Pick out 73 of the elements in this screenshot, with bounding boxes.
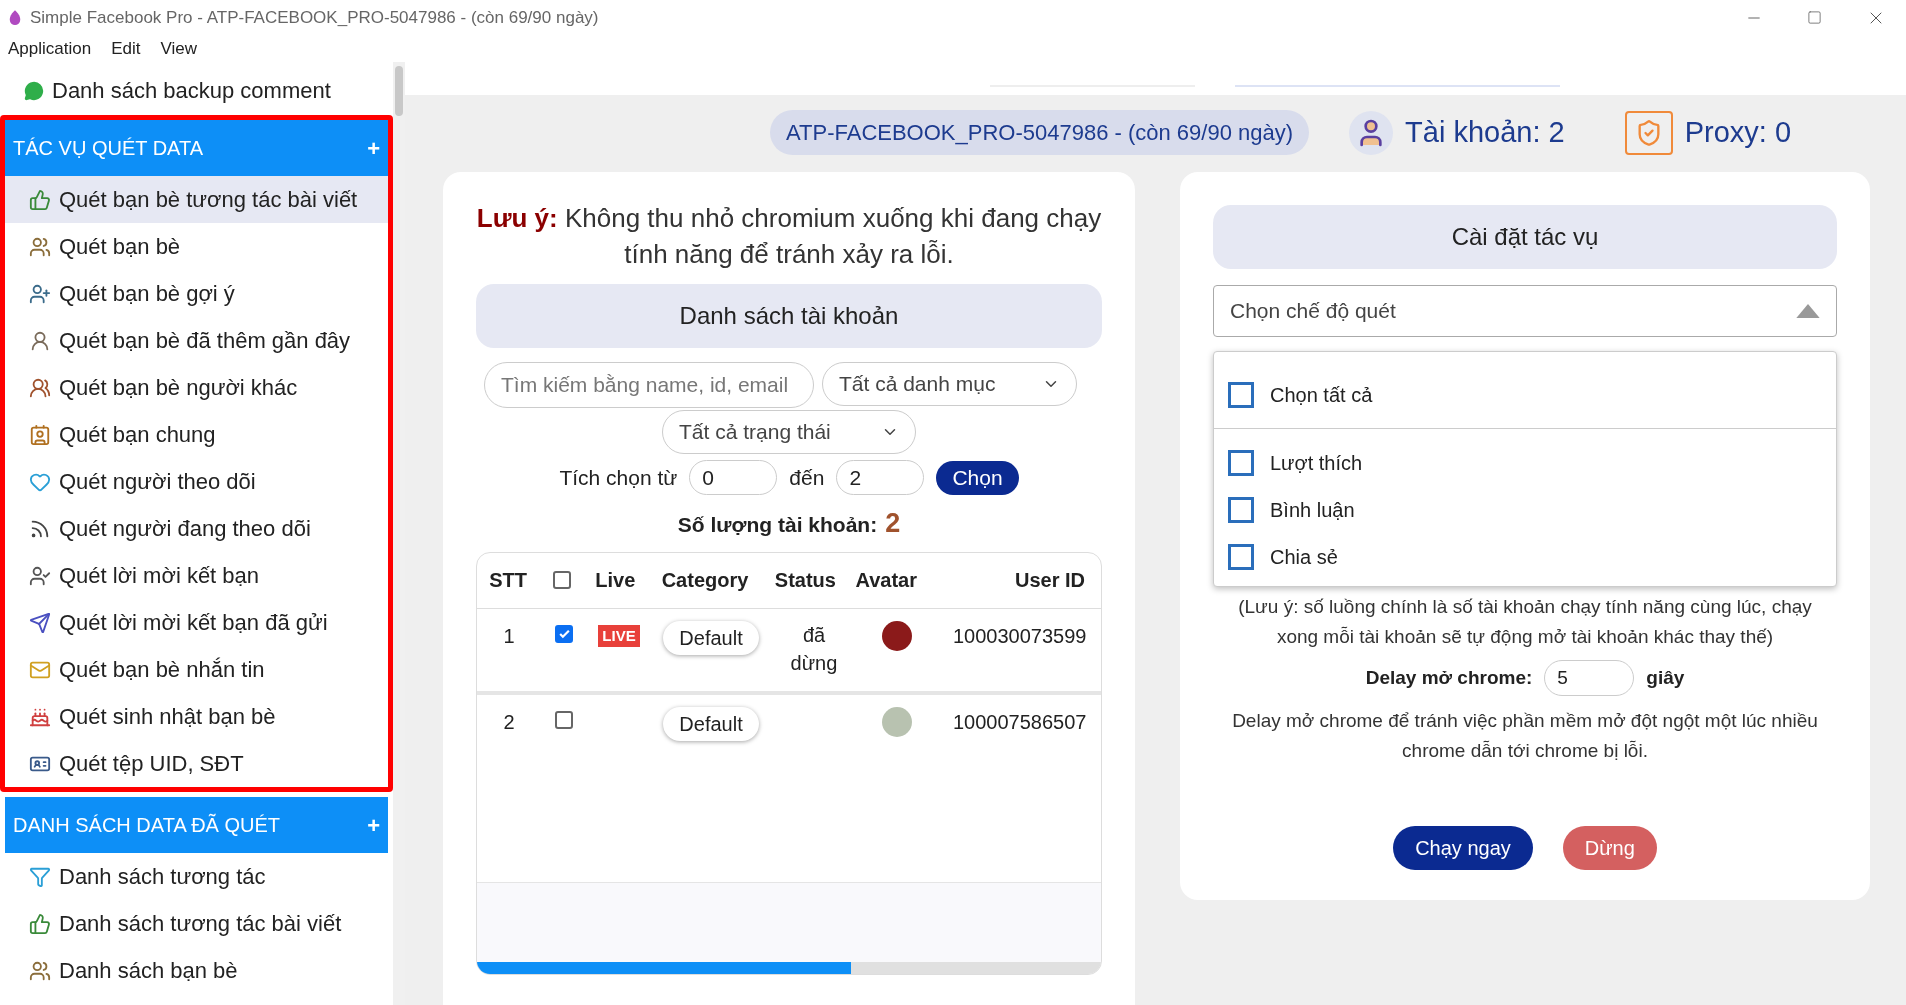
table-cell-text: 2 (502, 709, 516, 735)
thumbs-up-icon (29, 188, 51, 211)
section-title: Danh sách tài khoản (476, 284, 1102, 348)
table-cell-text: 100007586507 (952, 709, 1087, 735)
checkbox[interactable] (1228, 496, 1254, 523)
people-icon (29, 959, 51, 982)
mode-select[interactable]: Chọn chế độ quét (1213, 285, 1837, 337)
people-icon (29, 376, 51, 399)
sidebar-item[interactable]: Danh sách backup comment (0, 62, 393, 115)
column-header: Live (594, 568, 637, 593)
from-field[interactable]: 0 (689, 460, 778, 495)
delay-note: Delay mở chrome để tránh việc phần mềm mở đột ngột một lúc nhiều chrome dẫn tới chrome bị lỗi. (1231, 709, 1819, 763)
range-to-label: đến (789, 464, 825, 491)
avatar-placeholder (882, 620, 912, 651)
thread-note: (Lưu ý: số luồng chính là số tài khoản chạy tính năng cùng lúc, chạy xong mỗi tài khoản sẽ tự động mở tài khoản khác thay thế) (1237, 595, 1813, 649)
column-header: Avatar (854, 568, 918, 593)
checkbox[interactable] (1228, 382, 1254, 408)
avatar-placeholder (882, 706, 912, 737)
user-plus-icon (29, 282, 51, 305)
account-count-label: Số lượng tài khoản: (677, 512, 878, 538)
account-count-value: 2 (885, 507, 901, 540)
delay-unit: giây (1646, 665, 1685, 690)
checkbox[interactable] (555, 710, 573, 729)
delay-label: Delay mở chrome: (1365, 665, 1533, 690)
to-field[interactable]: 2 (836, 460, 925, 495)
menu-item[interactable]: Edit (111, 35, 141, 62)
column-header: STT (488, 568, 529, 593)
run-button[interactable]: Chạy ngay (1393, 826, 1533, 870)
dropdown-option[interactable]: Bình luận (1214, 486, 1836, 533)
live-badge: LIVE (598, 624, 640, 647)
app-logo-icon (8, 8, 22, 27)
category-tag: Default (663, 706, 759, 741)
column-header: User ID (1014, 568, 1086, 593)
people-icon (29, 235, 51, 258)
check-icon (557, 627, 571, 640)
select-all-option[interactable]: Chọn tất cả (1214, 372, 1836, 429)
select-button[interactable]: Chọn (936, 460, 1019, 495)
table-cell-text: 100030073599 (952, 623, 1087, 649)
dropdown-option[interactable]: Lượt thích (1214, 439, 1836, 486)
warning-note: Lưu ý: Không thu nhỏ chromium xuống khi đang chạy tính năng để tránh xảy ra lỗi. (476, 202, 1102, 271)
column-header: Status (773, 568, 837, 593)
search-field[interactable]: Tìm kiếm bằng name, id, email (484, 362, 814, 408)
range-label: Tích chọn từ (559, 464, 678, 491)
menu-item[interactable]: Application (8, 35, 92, 62)
sidebar-item[interactable]: Quét bạn bè tương tác bài viết (5, 176, 388, 223)
scrollbar-thumb[interactable] (395, 66, 403, 116)
table-cell-text: đã dừng (789, 622, 839, 676)
checkbox[interactable] (555, 624, 573, 643)
window-title: Simple Facebook Pro - ATP-FACEBOOK_PRO-5047986 - (còn 69/90 ngày) (30, 6, 599, 29)
send-icon (29, 611, 51, 634)
user-icon (29, 329, 51, 352)
checkbox[interactable] (552, 571, 571, 589)
category-tag: Default (663, 620, 759, 655)
dropdown-option[interactable]: Chia sẻ (1214, 533, 1836, 580)
section-title: DANH SÁCH DATA ĐÃ QUÉT (13, 812, 281, 838)
checkbox[interactable] (1228, 543, 1254, 570)
thumbs-up-icon (29, 912, 51, 935)
contact-card-icon (29, 423, 51, 446)
section-title: TÁC VỤ QUÉT DATA (13, 136, 204, 161)
stop-button[interactable]: Dừng (1562, 826, 1657, 870)
menu-item[interactable]: View (160, 35, 197, 62)
column-header: Category (660, 568, 750, 593)
user-check-icon (29, 564, 51, 587)
section-title: Cài đặt tác vụ (1213, 205, 1837, 269)
chat-bubble-icon (24, 80, 44, 101)
license-badge: ATP-FACEBOOK_PRO-5047986 - (còn 69/90 ngày) (770, 110, 1310, 155)
table-cell-text: 1 (502, 623, 516, 649)
delay-field[interactable]: 5 (1544, 660, 1635, 696)
filter-icon (29, 865, 51, 888)
checkbox[interactable] (1228, 449, 1254, 476)
proxy-shield-icon (1624, 110, 1673, 155)
proxy-count: Proxy: 0 (1684, 114, 1792, 150)
account-count: Tài khoản: 2 (1405, 114, 1565, 150)
